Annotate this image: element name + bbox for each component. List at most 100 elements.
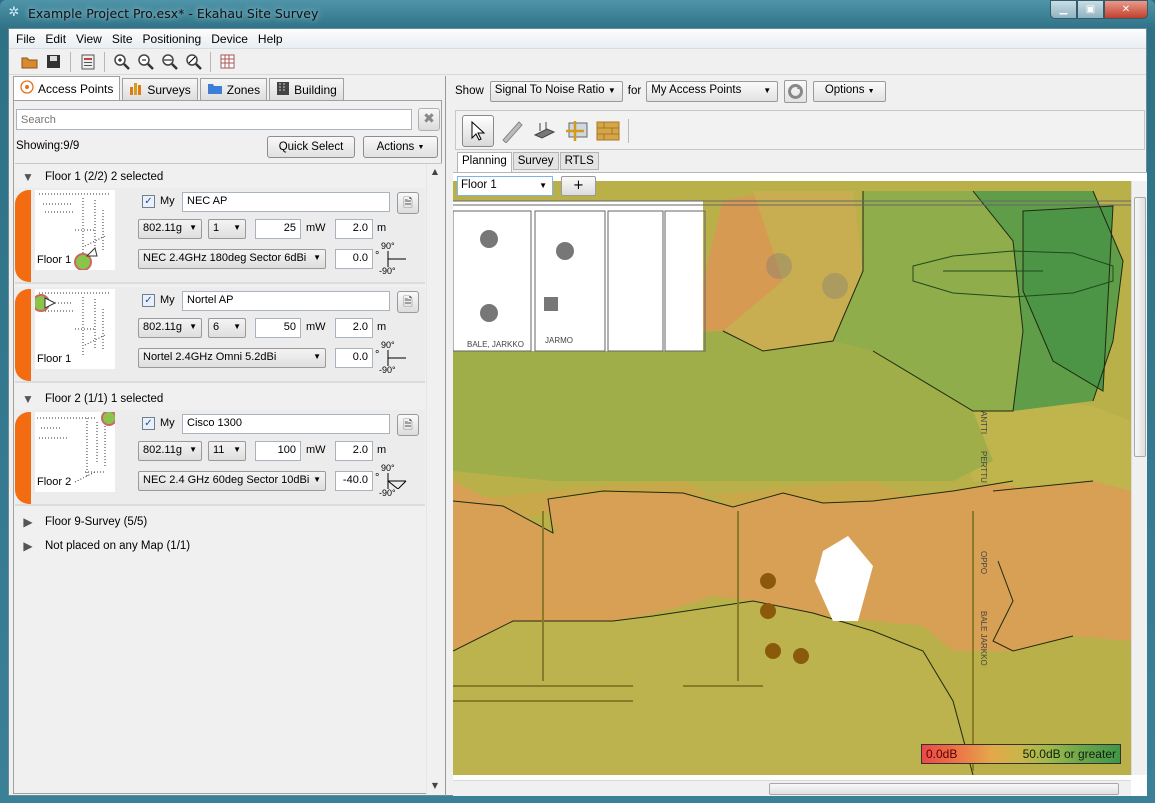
access-point-card[interactable]: Floor 1 ✓ My Nortel AP 🗎 802.11g ▼ 6 ▼ 50 …: [15, 287, 425, 383]
antenna-select[interactable]: NEC 2.4 GHz 60deg Sector 10dBi ▼: [138, 471, 326, 491]
add-floor-button[interactable]: +: [561, 176, 596, 196]
ap-name-field[interactable]: Nortel AP: [182, 291, 390, 311]
my-checkbox[interactable]: ✓: [142, 417, 155, 430]
menu-view[interactable]: View: [71, 32, 107, 46]
standard-select[interactable]: 802.11g ▼: [138, 318, 202, 338]
actions-label: Actions: [376, 141, 415, 153]
tab-planning[interactable]: Planning: [457, 152, 512, 172]
floor-value: Floor 1: [461, 179, 497, 191]
refresh-button[interactable]: [784, 79, 808, 103]
window-title: Example Project Pro.esx* - Ekahau Site S…: [28, 6, 319, 21]
options-button[interactable]: Options ▼: [813, 80, 887, 102]
dropdown-arrow-icon: ▼: [313, 352, 321, 361]
menu-help[interactable]: Help: [253, 32, 288, 46]
tab-rtls[interactable]: RTLS: [559, 152, 599, 170]
my-checkbox[interactable]: ✓: [142, 195, 155, 208]
zoom-out-icon[interactable]: [135, 51, 156, 72]
my-checkbox[interactable]: ✓: [142, 294, 155, 307]
map-vertical-scrollbar[interactable]: [1131, 181, 1147, 775]
menu-edit[interactable]: Edit: [40, 32, 71, 46]
zoom-reset-icon[interactable]: [183, 51, 204, 72]
select-pointer-icon[interactable]: [462, 115, 494, 147]
scroll-up-icon[interactable]: ▲: [427, 164, 442, 180]
channel-select[interactable]: 6 ▼: [208, 318, 246, 338]
menu-positioning[interactable]: Positioning: [138, 32, 207, 46]
list-scrollbar[interactable]: ▲ ▼: [426, 164, 442, 794]
app-window: ✲ Example Project Pro.esx* - Ekahau Site…: [0, 0, 1155, 803]
visualization-select[interactable]: Signal To Noise Ratio ▼: [489, 80, 623, 102]
tilt-indicator: 90° -90°: [379, 241, 411, 276]
access-point-card[interactable]: Floor 2 ✓ My Cisco 1300 🗎 802.11g ▼ 11 ▼ 1…: [15, 410, 425, 506]
map-horizontal-scrollbar[interactable]: [453, 780, 1131, 796]
power-field[interactable]: 50: [255, 318, 301, 338]
report-icon[interactable]: [77, 51, 98, 72]
tilt-unit: °: [375, 250, 380, 262]
notes-button[interactable]: 🗎: [397, 291, 419, 313]
access-point-list: ▼ Floor 1 (2/2) 2 selected Floor 1 ✓ My N…: [15, 163, 442, 794]
search-input[interactable]: [16, 109, 412, 130]
standard-select[interactable]: 802.11g ▼: [138, 441, 202, 461]
tilt-field[interactable]: -40.0: [335, 471, 373, 491]
group-floor-1[interactable]: ▼ Floor 1 (2/2) 2 selected: [15, 166, 163, 188]
group-not-placed[interactable]: ▶ Not placed on any Map (1/1): [15, 535, 190, 557]
notes-button[interactable]: 🗎: [397, 414, 419, 436]
open-folder-icon[interactable]: [19, 51, 40, 72]
tilt-min-label: -90°: [379, 488, 396, 498]
ap-name-field[interactable]: Cisco 1300: [182, 414, 390, 434]
access-point-tool-icon[interactable]: [528, 115, 560, 147]
group-label: Not placed on any Map (1/1): [45, 540, 191, 552]
zoom-in-icon[interactable]: [111, 51, 132, 72]
height-unit: m: [377, 222, 387, 234]
scroll-thumb[interactable]: [1134, 197, 1146, 457]
tilt-field[interactable]: 0.0: [335, 348, 373, 368]
for-label: for: [627, 85, 642, 97]
minimize-button[interactable]: ▁: [1050, 0, 1077, 19]
power-field[interactable]: 100: [255, 441, 301, 461]
tab-access-points[interactable]: Access Points: [13, 76, 121, 100]
ap-name-field[interactable]: NEC AP: [182, 192, 390, 212]
channel-select[interactable]: 11 ▼: [208, 441, 246, 461]
floor-select[interactable]: Floor 1 ▼: [457, 176, 553, 196]
dropdown-arrow-icon: ▼: [313, 475, 321, 484]
measure-ruler-icon[interactable]: [496, 115, 528, 147]
wall-tool-icon[interactable]: [592, 115, 624, 147]
tilt-angle-icon: [387, 350, 406, 366]
antenna-select[interactable]: NEC 2.4GHz 180deg Sector 6dBi ▼: [138, 249, 326, 269]
group-floor-9-survey[interactable]: ▶ Floor 9-Survey (5/5): [15, 511, 147, 533]
caret-down-icon: ▼: [867, 87, 875, 95]
maximize-button[interactable]: ▣: [1077, 0, 1104, 19]
ap-filter-select[interactable]: My Access Points ▼: [646, 80, 779, 102]
notes-button[interactable]: 🗎: [397, 192, 419, 214]
menu-device[interactable]: Device: [206, 32, 253, 46]
room-label: ANTTI: [979, 411, 988, 434]
tab-survey[interactable]: Survey: [512, 152, 559, 170]
tab-zones[interactable]: Zones: [199, 78, 268, 100]
antenna-select[interactable]: Nortel 2.4GHz Omni 5.2dBi ▼: [138, 348, 326, 368]
power-field[interactable]: 25: [255, 219, 301, 239]
height-field[interactable]: 2.0: [335, 219, 373, 239]
menu-file[interactable]: File: [11, 32, 40, 46]
height-field[interactable]: 2.0: [335, 318, 373, 338]
heatmap-canvas[interactable]: BALE, JARKKO JARMO ANTTI PERTTU OPPO BAL…: [453, 181, 1131, 775]
tab-building[interactable]: Building: [269, 78, 344, 100]
tab-surveys[interactable]: Surveys: [122, 78, 198, 100]
standard-select[interactable]: 802.11g ▼: [138, 219, 202, 239]
table-icon[interactable]: [217, 51, 238, 72]
expanded-triangle-icon: ▼: [22, 392, 34, 406]
access-point-card[interactable]: Floor 1 ✓ My NEC AP 🗎 802.11g ▼ 1 ▼ 25 mW …: [15, 188, 425, 284]
map-scale-icon[interactable]: [560, 115, 592, 147]
clear-search-button[interactable]: ✖: [418, 108, 440, 131]
tilt-field[interactable]: 0.0: [335, 249, 373, 269]
group-floor-2[interactable]: ▼ Floor 2 (1/1) 1 selected: [15, 388, 163, 410]
save-icon[interactable]: [43, 51, 64, 72]
channel-select[interactable]: 1 ▼: [208, 219, 246, 239]
scroll-thumb[interactable]: [769, 783, 1119, 795]
height-field[interactable]: 2.0: [335, 441, 373, 461]
bar-chart-icon: [129, 81, 143, 98]
scroll-down-icon[interactable]: ▼: [427, 778, 442, 794]
menu-site[interactable]: Site: [107, 32, 138, 46]
close-button[interactable]: ✕: [1104, 0, 1148, 19]
zoom-fit-icon[interactable]: [159, 51, 180, 72]
actions-button[interactable]: Actions ▼: [363, 136, 438, 158]
quick-select-button[interactable]: Quick Select: [267, 136, 355, 158]
